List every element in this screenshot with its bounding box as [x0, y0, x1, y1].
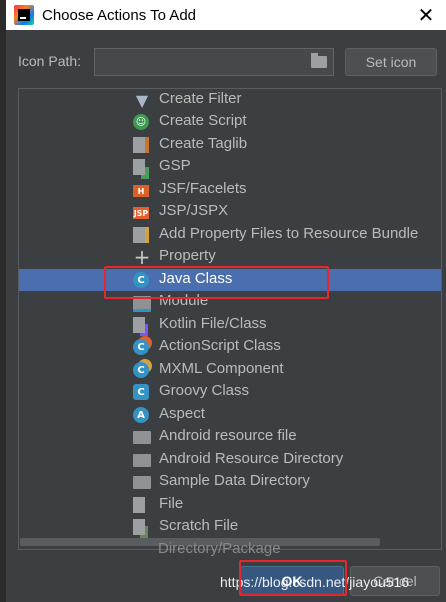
html-file-icon: H: [133, 185, 149, 197]
taglib-icon: [133, 137, 149, 153]
list-item[interactable]: Android Resource Directory: [19, 449, 441, 471]
kotlin-file-icon: [133, 317, 145, 333]
intellij-app-icon: [14, 5, 34, 25]
jsp-file-icon: JSP: [133, 207, 149, 219]
script-icon: ☺: [133, 114, 149, 130]
list-item[interactable]: + Property: [19, 245, 441, 269]
browse-folder-icon[interactable]: [311, 53, 327, 68]
actions-list[interactable]: ▼ Create Filter ☺ Create Script Create T…: [18, 88, 442, 550]
folder-icon: [133, 476, 151, 489]
icon-path-row: Icon Path: Set icon: [18, 48, 440, 78]
list-item[interactable]: Sample Data Directory: [19, 471, 441, 493]
groovy-class-icon: C: [133, 384, 149, 400]
list-item[interactable]: ▼ Create Filter: [19, 89, 441, 111]
list-item[interactable]: H JSF/Facelets: [19, 179, 441, 201]
folder-icon: [133, 431, 151, 444]
list-item[interactable]: Android resource file: [19, 426, 441, 448]
close-button[interactable]: ✕: [406, 3, 446, 27]
list-item[interactable]: JSP JSP/JSPX: [19, 201, 441, 223]
properties-icon: [133, 227, 149, 243]
file-icon: [133, 497, 145, 513]
set-icon-button[interactable]: Set icon: [345, 48, 437, 76]
folder-icon: [133, 454, 151, 467]
filter-icon: ▼: [135, 90, 149, 110]
aspect-icon: A: [133, 407, 149, 423]
list-item[interactable]: A Aspect: [19, 404, 441, 426]
list-item[interactable]: Create Taglib: [19, 134, 441, 156]
list-item[interactable]: File: [19, 494, 441, 516]
icon-path-label: Icon Path:: [18, 53, 82, 69]
icon-path-input[interactable]: [94, 48, 334, 76]
gsp-icon: [133, 159, 145, 175]
list-item[interactable]: Scratch File: [19, 516, 441, 538]
list-item[interactable]: C MXML Component: [19, 359, 441, 381]
actionscript-class-icon: C: [133, 339, 149, 355]
background-window-edge: [0, 0, 6, 602]
title-bar: Choose Actions To Add ✕: [6, 0, 446, 30]
highlight-box-ok: [239, 560, 347, 596]
list-item-partial: Directory/Package: [158, 540, 281, 557]
list-item[interactable]: ☺ Create Script: [19, 111, 441, 133]
list-item[interactable]: GSP: [19, 156, 441, 178]
list-item[interactable]: C ActionScript Class: [19, 336, 441, 358]
dialog-title: Choose Actions To Add: [42, 6, 196, 24]
list-item[interactable]: Kotlin File/Class: [19, 314, 441, 336]
highlight-box-java-class: [104, 266, 329, 299]
list-item[interactable]: Add Property Files to Resource Bundle: [19, 224, 441, 246]
list-item[interactable]: C Groovy Class: [19, 381, 441, 403]
mxml-icon: C: [133, 362, 149, 378]
scratch-file-icon: [133, 519, 145, 535]
plus-icon: +: [133, 245, 151, 269]
